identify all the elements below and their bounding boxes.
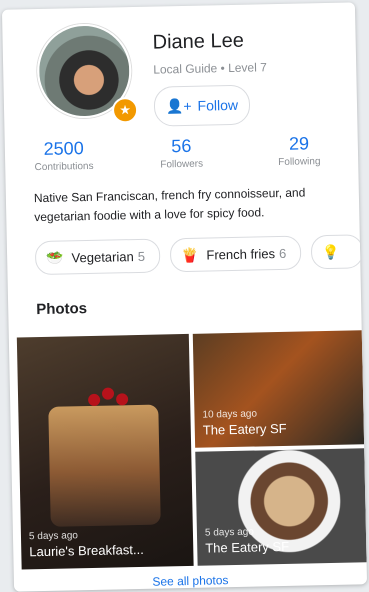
interest-chips: 🥗 Vegetarian 5 🍟 French fries 6 💡 xyxy=(34,234,364,276)
chip-label: Vegetarian xyxy=(71,248,134,265)
see-all-photos-link[interactable]: See all photos xyxy=(14,570,367,591)
stats-row: 2500 Contributions 56 Followers 29 Follo… xyxy=(5,132,359,173)
profile-name: Diane Lee xyxy=(152,29,245,54)
stat-label: Following xyxy=(278,156,321,169)
profile-header: ★ Diane Lee Local Guide • Level 7 👤+ Fol… xyxy=(2,2,357,129)
photo-caption: 5 days ago The Eatery SF xyxy=(205,526,289,556)
fries-icon: 🍟 xyxy=(180,246,199,263)
chip-count: 6 xyxy=(278,245,287,261)
profile-level: Local Guide • Level 7 xyxy=(153,60,267,77)
profile-card: ★ Diane Lee Local Guide • Level 7 👤+ Fol… xyxy=(1,2,368,592)
photo-caption: 5 days ago Laurie's Breakfast... xyxy=(29,529,144,559)
photo-place: Laurie's Breakfast... xyxy=(29,541,144,560)
berry xyxy=(88,393,101,407)
photo-tile-2[interactable]: 10 days ago The Eatery SF xyxy=(192,330,365,448)
stat-label: Contributions xyxy=(34,160,94,174)
follow-button[interactable]: 👤+ Follow xyxy=(153,84,251,127)
photo-time: 10 days ago xyxy=(202,408,258,421)
chip-french-fries[interactable]: 🍟 French fries 6 xyxy=(169,235,302,273)
follow-label: Follow xyxy=(197,96,239,114)
photo-tile-1[interactable]: 5 days ago Laurie's Breakfast... xyxy=(16,333,194,570)
photos-title: Photos xyxy=(36,300,88,319)
photo-grid: 5 days ago Laurie's Breakfast... 10 days… xyxy=(16,330,367,570)
berry xyxy=(116,393,129,406)
stat-contributions[interactable]: 2500 Contributions xyxy=(18,138,109,174)
photo-time: 5 days ago xyxy=(28,530,79,543)
local-guide-star-icon: ★ xyxy=(111,96,139,124)
photo-caption: 10 days ago The Eatery SF xyxy=(202,408,286,438)
stat-value: 29 xyxy=(288,133,310,154)
stat-label: Followers xyxy=(160,158,204,171)
chip-vegetarian[interactable]: 🥗 Vegetarian 5 xyxy=(34,238,161,276)
profile-bio: Native San Franciscan, french fry connoi… xyxy=(33,185,306,225)
photo-tile-3[interactable]: 5 days ago The Eatery SF xyxy=(195,448,367,566)
pancake-image xyxy=(48,404,161,527)
lightbulb-icon: 💡 xyxy=(322,243,340,260)
stat-value: 56 xyxy=(171,135,192,157)
add-person-icon: 👤+ xyxy=(165,97,192,114)
stat-followers[interactable]: 56 Followers xyxy=(136,135,227,171)
salad-icon: 🥗 xyxy=(45,249,64,266)
stat-value: 2500 xyxy=(43,138,84,159)
photo-place: The Eatery SF xyxy=(202,420,287,438)
berry xyxy=(101,387,115,400)
photo-time: 5 days ago xyxy=(204,526,254,539)
photo-place: The Eatery SF xyxy=(205,538,290,556)
chip-count: 5 xyxy=(137,248,146,264)
chip-next-partial[interactable]: 💡 xyxy=(310,234,364,270)
chip-label: French fries xyxy=(206,245,276,263)
stat-following[interactable]: 29 Following xyxy=(254,133,345,169)
